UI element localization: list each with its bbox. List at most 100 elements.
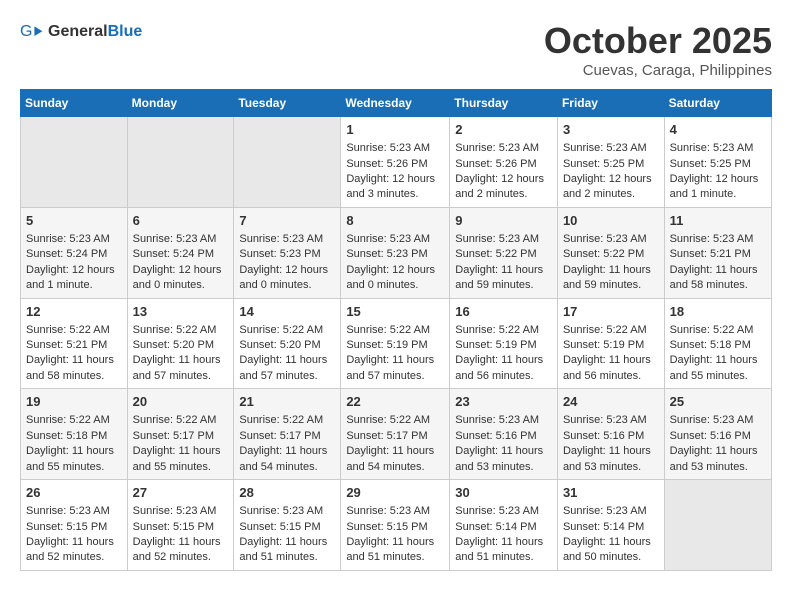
sunrise-text: Sunrise: 5:22 AM	[455, 323, 552, 338]
day-number: 24	[563, 393, 659, 411]
weekday-header-saturday: Saturday	[664, 90, 771, 117]
day-number: 18	[670, 303, 766, 321]
calendar-cell: 17Sunrise: 5:22 AMSunset: 5:19 PMDayligh…	[557, 298, 664, 389]
sunset-text: Sunset: 5:14 PM	[455, 520, 552, 535]
svg-text:G: G	[20, 23, 32, 40]
daylight-text: Daylight: 12 hours and 0 minutes.	[133, 263, 229, 294]
calendar-table: SundayMondayTuesdayWednesdayThursdayFrid…	[20, 89, 772, 571]
daylight-text: Daylight: 11 hours and 50 minutes.	[563, 535, 659, 566]
calendar-cell: 21Sunrise: 5:22 AMSunset: 5:17 PMDayligh…	[234, 389, 341, 480]
day-number: 14	[239, 303, 335, 321]
day-number: 5	[26, 212, 122, 230]
calendar-cell: 26Sunrise: 5:23 AMSunset: 5:15 PMDayligh…	[21, 480, 128, 571]
calendar-week-row: 19Sunrise: 5:22 AMSunset: 5:18 PMDayligh…	[21, 389, 772, 480]
day-number: 30	[455, 484, 552, 502]
sunrise-text: Sunrise: 5:23 AM	[346, 232, 444, 247]
daylight-text: Daylight: 11 hours and 53 minutes.	[563, 444, 659, 475]
sunrise-text: Sunrise: 5:22 AM	[133, 323, 229, 338]
sunset-text: Sunset: 5:22 PM	[455, 247, 552, 262]
day-number: 8	[346, 212, 444, 230]
sunset-text: Sunset: 5:17 PM	[239, 429, 335, 444]
weekday-header-wednesday: Wednesday	[341, 90, 450, 117]
calendar-cell	[127, 117, 234, 208]
weekday-header-monday: Monday	[127, 90, 234, 117]
weekday-header-row: SundayMondayTuesdayWednesdayThursdayFrid…	[21, 90, 772, 117]
day-number: 21	[239, 393, 335, 411]
calendar-week-row: 5Sunrise: 5:23 AMSunset: 5:24 PMDaylight…	[21, 207, 772, 298]
sunrise-text: Sunrise: 5:22 AM	[239, 323, 335, 338]
sunset-text: Sunset: 5:19 PM	[563, 338, 659, 353]
sunset-text: Sunset: 5:23 PM	[239, 247, 335, 262]
sunrise-text: Sunrise: 5:22 AM	[563, 323, 659, 338]
calendar-cell: 25Sunrise: 5:23 AMSunset: 5:16 PMDayligh…	[664, 389, 771, 480]
day-number: 20	[133, 393, 229, 411]
daylight-text: Daylight: 11 hours and 56 minutes.	[455, 353, 552, 384]
calendar-week-row: 12Sunrise: 5:22 AMSunset: 5:21 PMDayligh…	[21, 298, 772, 389]
day-number: 22	[346, 393, 444, 411]
calendar-cell: 1Sunrise: 5:23 AMSunset: 5:26 PMDaylight…	[341, 117, 450, 208]
calendar-cell: 15Sunrise: 5:22 AMSunset: 5:19 PMDayligh…	[341, 298, 450, 389]
day-number: 2	[455, 121, 552, 139]
sunrise-text: Sunrise: 5:23 AM	[346, 141, 444, 156]
sunrise-text: Sunrise: 5:23 AM	[455, 413, 552, 428]
daylight-text: Daylight: 11 hours and 55 minutes.	[133, 444, 229, 475]
day-number: 6	[133, 212, 229, 230]
day-number: 9	[455, 212, 552, 230]
sunset-text: Sunset: 5:15 PM	[346, 520, 444, 535]
sunset-text: Sunset: 5:18 PM	[26, 429, 122, 444]
daylight-text: Daylight: 11 hours and 55 minutes.	[26, 444, 122, 475]
calendar-cell: 11Sunrise: 5:23 AMSunset: 5:21 PMDayligh…	[664, 207, 771, 298]
day-number: 28	[239, 484, 335, 502]
sunset-text: Sunset: 5:24 PM	[133, 247, 229, 262]
logo: G GeneralBlue	[20, 20, 142, 44]
sunset-text: Sunset: 5:17 PM	[133, 429, 229, 444]
day-number: 13	[133, 303, 229, 321]
calendar-cell: 27Sunrise: 5:23 AMSunset: 5:15 PMDayligh…	[127, 480, 234, 571]
weekday-header-tuesday: Tuesday	[234, 90, 341, 117]
sunrise-text: Sunrise: 5:23 AM	[563, 141, 659, 156]
day-number: 15	[346, 303, 444, 321]
daylight-text: Daylight: 11 hours and 54 minutes.	[239, 444, 335, 475]
calendar-cell: 16Sunrise: 5:22 AMSunset: 5:19 PMDayligh…	[450, 298, 558, 389]
sunset-text: Sunset: 5:15 PM	[26, 520, 122, 535]
daylight-text: Daylight: 12 hours and 3 minutes.	[346, 172, 444, 203]
daylight-text: Daylight: 11 hours and 56 minutes.	[563, 353, 659, 384]
sunset-text: Sunset: 5:22 PM	[563, 247, 659, 262]
sunset-text: Sunset: 5:21 PM	[26, 338, 122, 353]
daylight-text: Daylight: 11 hours and 53 minutes.	[455, 444, 552, 475]
calendar-cell	[234, 117, 341, 208]
sunrise-text: Sunrise: 5:23 AM	[563, 413, 659, 428]
day-number: 29	[346, 484, 444, 502]
sunrise-text: Sunrise: 5:22 AM	[26, 323, 122, 338]
sunset-text: Sunset: 5:19 PM	[346, 338, 444, 353]
sunrise-text: Sunrise: 5:23 AM	[455, 504, 552, 519]
sunset-text: Sunset: 5:25 PM	[670, 157, 766, 172]
day-number: 27	[133, 484, 229, 502]
calendar-cell	[21, 117, 128, 208]
calendar-cell: 18Sunrise: 5:22 AMSunset: 5:18 PMDayligh…	[664, 298, 771, 389]
month-title: October 2025	[544, 20, 772, 62]
sunrise-text: Sunrise: 5:23 AM	[133, 232, 229, 247]
sunrise-text: Sunrise: 5:23 AM	[455, 232, 552, 247]
calendar-cell: 13Sunrise: 5:22 AMSunset: 5:20 PMDayligh…	[127, 298, 234, 389]
sunset-text: Sunset: 5:16 PM	[563, 429, 659, 444]
calendar-cell: 9Sunrise: 5:23 AMSunset: 5:22 PMDaylight…	[450, 207, 558, 298]
calendar-cell: 20Sunrise: 5:22 AMSunset: 5:17 PMDayligh…	[127, 389, 234, 480]
calendar-week-row: 1Sunrise: 5:23 AMSunset: 5:26 PMDaylight…	[21, 117, 772, 208]
sunrise-text: Sunrise: 5:23 AM	[670, 141, 766, 156]
daylight-text: Daylight: 11 hours and 58 minutes.	[670, 263, 766, 294]
day-number: 26	[26, 484, 122, 502]
calendar-cell: 10Sunrise: 5:23 AMSunset: 5:22 PMDayligh…	[557, 207, 664, 298]
daylight-text: Daylight: 11 hours and 57 minutes.	[239, 353, 335, 384]
sunset-text: Sunset: 5:16 PM	[455, 429, 552, 444]
calendar-cell: 8Sunrise: 5:23 AMSunset: 5:23 PMDaylight…	[341, 207, 450, 298]
logo-blue: Blue	[108, 23, 143, 40]
daylight-text: Daylight: 11 hours and 54 minutes.	[346, 444, 444, 475]
sunset-text: Sunset: 5:14 PM	[563, 520, 659, 535]
day-number: 16	[455, 303, 552, 321]
sunset-text: Sunset: 5:15 PM	[239, 520, 335, 535]
daylight-text: Daylight: 11 hours and 52 minutes.	[133, 535, 229, 566]
sunrise-text: Sunrise: 5:23 AM	[455, 141, 552, 156]
sunrise-text: Sunrise: 5:23 AM	[133, 504, 229, 519]
day-number: 4	[670, 121, 766, 139]
